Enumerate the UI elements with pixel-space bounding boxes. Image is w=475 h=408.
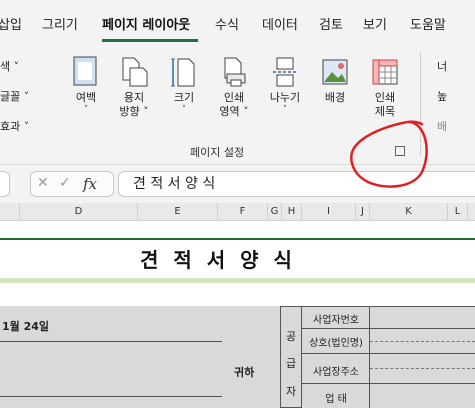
column-header-h[interactable]: H — [282, 203, 302, 220]
orientation-button[interactable]: 용지 방향 ˅ — [112, 56, 156, 146]
business-number-label[interactable]: 사업자번호 — [302, 311, 370, 326]
grid-line — [302, 328, 475, 329]
supplier-char-3: 자 — [286, 385, 297, 398]
margins-button[interactable]: 여백 ˅ — [64, 56, 108, 146]
menu-review[interactable]: 검토 — [319, 14, 343, 33]
background-icon — [322, 59, 348, 85]
insert-function-icon[interactable]: fx — [83, 175, 97, 193]
print-area-label-2: 영역 ˅ — [219, 105, 249, 118]
print-area-icon — [224, 57, 246, 87]
name-box[interactable] — [0, 171, 10, 197]
height-control[interactable]: 높 — [437, 88, 447, 104]
column-header-l[interactable]: L — [448, 203, 468, 220]
theme-fonts-button[interactable]: 글꼴 ˅ — [0, 88, 29, 104]
orientation-label-2: 방향 ˅ — [119, 105, 149, 118]
theme-effects-button[interactable]: 효과 ˅ — [0, 118, 29, 134]
grid-line — [302, 383, 475, 384]
breaks-icon — [273, 57, 297, 87]
print-area-label: 인쇄 — [223, 91, 245, 104]
menu-bar: 삽입 그리기 페이지 레이아웃 수식 데이터 검토 보기 도움말 — [0, 0, 475, 44]
recipient-suffix-cell[interactable]: 귀하 — [234, 364, 254, 380]
active-tab-indicator — [102, 39, 198, 42]
underline-2 — [0, 396, 222, 397]
margins-icon — [73, 56, 97, 86]
print-titles-icon — [372, 59, 398, 85]
date-cell[interactable]: 1월 24일 — [2, 318, 49, 334]
size-icon — [171, 58, 195, 87]
supplier-char-1: 공 — [286, 330, 297, 343]
quote-form-area[interactable] — [0, 306, 475, 408]
column-header-partial[interactable] — [0, 203, 20, 220]
sheet-title[interactable]: 견 적 서 양 식 — [140, 244, 430, 273]
title-top-border — [0, 238, 475, 240]
column-header-i[interactable]: I — [302, 203, 356, 220]
company-name-label[interactable]: 상호(법인명) — [302, 334, 370, 349]
column-header-k[interactable]: K — [370, 203, 448, 220]
red-annotation-circle — [350, 120, 428, 188]
page-setup-group-label: 페이지 설정 — [190, 146, 245, 159]
background-label: 배경 — [324, 91, 346, 104]
menu-draw[interactable]: 그리기 — [42, 14, 78, 33]
menu-page-layout[interactable]: 페이지 레이아웃 — [102, 14, 190, 33]
enter-icon[interactable]: ✓ — [59, 175, 71, 191]
title-bottom-border — [0, 278, 475, 283]
column-header-g[interactable]: G — [268, 203, 282, 220]
orientation-label: 용지 — [123, 91, 145, 104]
width-control[interactable]: 너 — [437, 58, 447, 74]
menu-formulas[interactable]: 수식 — [215, 14, 239, 33]
business-type-label[interactable]: 업 태 — [302, 390, 370, 405]
size-label: 크기 — [173, 91, 195, 104]
breaks-caret: ˅ — [282, 105, 288, 115]
size-button[interactable]: 크기 ˅ — [162, 56, 206, 146]
menu-data[interactable]: 데이터 — [262, 14, 298, 33]
supplier-char-2: 급 — [286, 357, 297, 370]
column-header-j[interactable]: J — [356, 203, 370, 220]
column-header-row: D E F G H I J K L — [0, 203, 475, 221]
breaks-button[interactable]: 나누기 ˅ — [263, 56, 307, 146]
dashed-grid-line — [370, 341, 475, 342]
menu-view[interactable]: 보기 — [363, 14, 387, 33]
print-titles-label: 인쇄 — [374, 91, 396, 104]
underline-1 — [0, 341, 222, 342]
margins-label: 여백 — [75, 91, 97, 104]
menu-insert[interactable]: 삽입 — [0, 14, 22, 33]
column-header-f[interactable]: F — [218, 203, 268, 220]
menu-help[interactable]: 도움말 — [410, 14, 446, 33]
column-header-e[interactable]: E — [138, 203, 218, 220]
theme-colors-button[interactable]: 색 ˅ — [0, 58, 19, 74]
grid-line — [302, 306, 475, 307]
column-header-partial-right[interactable] — [468, 203, 475, 220]
breaks-label: 나누기 — [269, 91, 301, 104]
cancel-icon[interactable]: ✕ — [37, 175, 49, 191]
orientation-icon — [122, 57, 148, 87]
grid-line — [302, 353, 475, 354]
dashed-grid-line — [370, 368, 475, 369]
formula-buttons: ✕ ✓ fx — [30, 171, 114, 197]
business-address-label[interactable]: 사업장주소 — [302, 363, 370, 378]
column-header-d[interactable]: D — [20, 203, 138, 220]
size-caret: ˅ — [181, 105, 187, 115]
margins-caret: ˅ — [83, 105, 89, 115]
print-area-button[interactable]: 인쇄 영역 ˅ — [212, 56, 256, 146]
